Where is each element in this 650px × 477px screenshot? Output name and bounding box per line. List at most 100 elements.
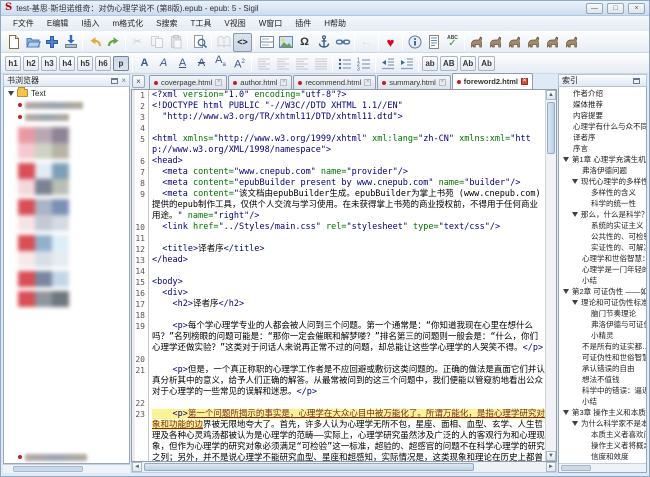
toc-item[interactable]: 系统的实证主义	[559, 220, 646, 231]
expander-icon[interactable]	[572, 212, 578, 217]
tab-coverpage.html[interactable]: coverpage.html×	[149, 75, 227, 89]
bullet-list-button[interactable]	[335, 54, 354, 73]
toc-item[interactable]: 序言	[559, 143, 646, 154]
menu-T工具[interactable]: T工具	[184, 17, 217, 30]
toc-item[interactable]: 现代心理学的多样性	[559, 176, 646, 187]
code-text[interactable]: <head>	[149, 156, 545, 167]
code-line-14[interactable]: 14	[132, 266, 545, 277]
insert-link-button[interactable]	[333, 33, 352, 52]
special-character-button[interactable]: Ω	[295, 33, 314, 52]
tab-close-icon[interactable]: ×	[215, 79, 222, 86]
tab-close-icon[interactable]: ×	[439, 79, 446, 86]
toc-item[interactable]: 第1章 心理学充满生机 (…	[559, 154, 646, 165]
menu-S搜索[interactable]: S搜索	[150, 17, 183, 30]
new-file-button[interactable]	[4, 33, 23, 52]
menu-E编辑[interactable]: E编辑	[41, 17, 74, 30]
toc-item[interactable]: 那么，什么是科学？	[559, 209, 646, 220]
close-panel-icon[interactable]: ×	[121, 77, 126, 85]
toc-item[interactable]: 弗洛伊德与可证伪性	[559, 319, 646, 330]
toc-item[interactable]: 心理学是一门年轻的科学	[559, 264, 646, 275]
code-text[interactable]	[149, 398, 545, 409]
minimize-button[interactable]: —	[586, 3, 603, 14]
code-text[interactable]: <p>但是，一个真正称职的心理学工作者是不应回避或敷衍这类问题的。正确的做法是直…	[149, 365, 545, 398]
toc-item[interactable]: 信度和效度	[559, 451, 646, 462]
toc-item[interactable]: 承认错误的自由	[559, 363, 646, 374]
toc-item[interactable]: 脑门节奏理论	[559, 308, 646, 319]
code-line-11[interactable]: 11	[132, 233, 545, 244]
tab-recommend.html[interactable]: recommend.html×	[293, 75, 376, 89]
h1-button[interactable]: h1	[5, 56, 21, 71]
code-line-21[interactable]: 21 <p>但是，一个真正称职的心理学工作者是不应回避或敷衍这类问题的。正确的做…	[132, 365, 545, 398]
toc-item[interactable]: 第2章 可证伪性 ——如…	[559, 286, 646, 297]
code-text[interactable]: <p>每个学心理学专业的人都会被人问到三个问题。第一个通常是：“你知道我现在心里…	[149, 321, 545, 354]
code-text[interactable]	[149, 310, 545, 321]
anchor-button[interactable]	[314, 33, 333, 52]
float-panel-icon[interactable]	[633, 78, 640, 84]
tab-close-icon[interactable]: ×	[280, 79, 287, 86]
expander-icon[interactable]	[8, 91, 14, 96]
toc-item[interactable]: 心理学有什么与众不同之处	[559, 121, 646, 132]
split-view-button[interactable]	[257, 33, 276, 52]
menu-插件[interactable]: 插件	[289, 17, 317, 30]
book-browser-hscrollbar[interactable]	[3, 464, 130, 473]
redacted-file-item[interactable]	[18, 163, 129, 195]
code-line-2[interactable]: 2<!DOCTYPE html PUBLIC "-//W3C//DTD XHTM…	[132, 101, 545, 112]
code-line-23[interactable]: 23 <p>第一个问题所揭示的事实是，心理学在大众心目中被万能化了。所谓万能化，…	[132, 409, 545, 461]
toc-item[interactable]: 为什么科学家不是本质…	[559, 418, 646, 429]
plugin-horse-6-button[interactable]	[562, 33, 581, 52]
code-line-16[interactable]: 16 <div>	[132, 288, 545, 299]
close-button[interactable]: ×	[628, 3, 645, 14]
redo-button[interactable]	[104, 33, 123, 52]
index-hscrollbar[interactable]	[559, 463, 646, 472]
toc-item[interactable]: 想法不值钱	[559, 374, 646, 385]
code-line-6[interactable]: 6<head>	[132, 156, 545, 167]
AB-button[interactable]: AB	[440, 56, 458, 71]
strikethrough-button[interactable]: A	[192, 54, 211, 73]
code-line-12[interactable]: 12 <title>译者序</title>	[132, 244, 545, 255]
tab-close-icon[interactable]: ×	[364, 79, 371, 86]
menu-V视图[interactable]: V视图	[218, 17, 251, 30]
toc-item[interactable]: 媒体推荐	[559, 99, 646, 110]
find-button[interactable]	[190, 33, 209, 52]
code-text[interactable]: <html xmlns="http://www.w3.org/1999/xhtm…	[149, 134, 545, 156]
toc-item[interactable]: 作者介绍	[559, 88, 646, 99]
donate-heart-button[interactable]: ♥	[381, 33, 400, 52]
code-text[interactable]: <h2>译者序</h2>	[149, 299, 545, 310]
h2-button[interactable]: h2	[23, 56, 39, 71]
code-text[interactable]: <title>译者序</title>	[149, 244, 545, 255]
italic-button[interactable]: A	[154, 54, 173, 73]
code-line-10[interactable]: 10 <link href="../Styles/main.css" rel="…	[132, 222, 545, 233]
toc-item[interactable]: 操作主义者将概念…	[559, 440, 646, 451]
menu-m格式化[interactable]: m格式化	[106, 17, 149, 30]
expander-icon[interactable]	[572, 300, 578, 305]
ab-button[interactable]: ab	[422, 56, 438, 71]
redacted-file-item[interactable]	[18, 291, 129, 307]
bold-button[interactable]: A	[135, 54, 154, 73]
tab-author.html[interactable]: author.html×	[228, 75, 292, 89]
menu-H帮助[interactable]: H帮助	[318, 17, 352, 30]
plugin-horse-3-button[interactable]	[505, 33, 524, 52]
superscript-button[interactable]: A2	[230, 54, 249, 73]
toc-item[interactable]: 科学的统一性	[559, 198, 646, 209]
toc-item[interactable]: 本质主义者喜欢问…	[559, 429, 646, 440]
indent-button[interactable]	[397, 54, 416, 73]
redacted-file-item[interactable]	[18, 271, 129, 287]
redacted-file-item[interactable]	[18, 235, 129, 267]
code-line-8[interactable]: 8 <meta content="epubBuilder present by …	[132, 178, 545, 189]
toc-item[interactable]: 弗洛伊德问题	[559, 165, 646, 176]
expander-icon[interactable]	[572, 421, 578, 426]
code-text[interactable]: <meta content="www.cnepub.com" name="pro…	[149, 167, 545, 178]
menu-I插入[interactable]: I插入	[75, 17, 105, 30]
toc-item[interactable]: 理论和可证伪性标准	[559, 297, 646, 308]
underline-button[interactable]: A	[173, 54, 192, 73]
p-button[interactable]: p	[113, 56, 129, 71]
outdent-button[interactable]	[378, 54, 397, 73]
insert-image-button[interactable]	[276, 33, 295, 52]
scroll-left-icon[interactable]: ◄	[132, 462, 142, 472]
code-text[interactable]	[149, 233, 545, 244]
redacted-file-item[interactable]	[4, 99, 129, 111]
save-button[interactable]	[61, 33, 80, 52]
toc-item[interactable]: 小结	[559, 275, 646, 286]
menu-F文件[interactable]: F文件	[7, 17, 40, 30]
toc-item[interactable]: 科学中的错误：逼近真理	[559, 385, 646, 396]
